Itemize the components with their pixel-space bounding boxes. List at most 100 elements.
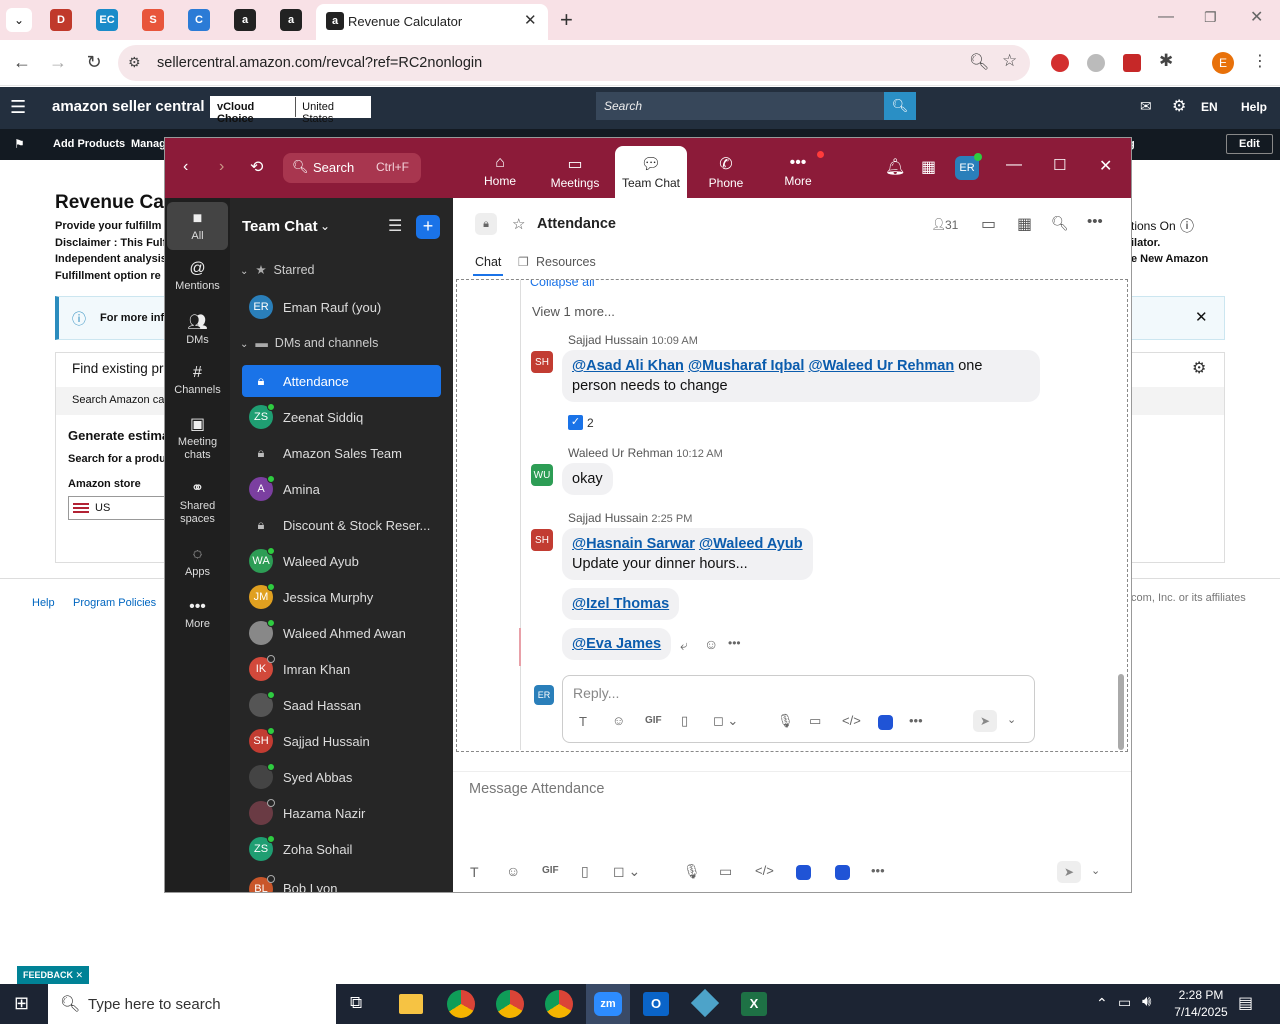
- add-reaction-icon[interactable]: ☺: [704, 636, 718, 652]
- app-icon[interactable]: [796, 865, 811, 880]
- sidebar-item-waleed-ahmed-awan[interactable]: Waleed Ahmed Awan: [242, 617, 442, 649]
- code-icon[interactable]: </>: [842, 713, 861, 728]
- sidebar-item-zoha-sohail[interactable]: ZS Zoha Sohail: [242, 833, 442, 865]
- channel-more-icon[interactable]: •••: [1087, 213, 1103, 230]
- restore-icon[interactable]: ❐: [1204, 9, 1217, 26]
- footer-help[interactable]: Help: [32, 597, 55, 609]
- mention-link[interactable]: @Waleed Ayub: [699, 536, 803, 552]
- tab-search-button[interactable]: ⌄: [6, 8, 32, 32]
- dms-header[interactable]: ⌄ ▬ DMs and channels: [240, 336, 378, 350]
- message-bubble[interactable]: okay: [562, 463, 613, 495]
- sidebar-item-jessica-murphy[interactable]: JM Jessica Murphy: [242, 581, 442, 613]
- composer-input[interactable]: Message Attendance: [469, 781, 604, 797]
- gif-icon[interactable]: GIF: [645, 715, 662, 726]
- gif-icon[interactable]: GIF: [542, 865, 559, 876]
- channel-calendar-icon[interactable]: ▦: [1017, 214, 1032, 234]
- send-button[interactable]: ➤: [1057, 861, 1081, 883]
- bell-icon[interactable]: 🔔︎: [885, 157, 905, 177]
- chevron-down-icon[interactable]: ⌄: [320, 219, 330, 233]
- tab-favicon-3[interactable]: S: [142, 9, 164, 31]
- chrome-icon-2[interactable]: [496, 990, 524, 1018]
- info-circle-icon[interactable]: ⓘ: [1180, 216, 1194, 236]
- volume-icon[interactable]: 🔊︎: [1142, 993, 1151, 1010]
- zoom-icon[interactable]: 🔍︎: [969, 52, 989, 72]
- thread-scrollbar[interactable]: [1118, 674, 1124, 750]
- starred-header[interactable]: ⌄ ★ Starred: [240, 262, 315, 277]
- hamburger-menu-icon[interactable]: ☰: [10, 97, 26, 118]
- channel-search-icon[interactable]: 🔍︎: [1051, 215, 1069, 232]
- screenshot-icon[interactable]: ◻ ⌄: [713, 713, 738, 729]
- windows-start-icon[interactable]: ⊞: [14, 993, 29, 1014]
- rail-more[interactable]: ••• More: [167, 598, 228, 630]
- send-button[interactable]: ➤: [973, 710, 997, 732]
- rail-meeting-chats[interactable]: ▣ Meeting chats: [167, 416, 228, 462]
- send-options-icon[interactable]: ⌄: [1091, 864, 1100, 877]
- footer-program-policies[interactable]: Program Policies: [73, 597, 156, 609]
- mention-link[interactable]: @Waleed Ur Rehman: [808, 358, 954, 374]
- tab-resources[interactable]: Resources: [536, 255, 596, 269]
- channel-name[interactable]: Attendance: [537, 216, 616, 232]
- reply-box[interactable]: Reply... T ☺ GIF ▯ ◻ ⌄ 🎙︎ ▭ </> ••• ➤ ⌄: [562, 675, 1035, 743]
- tab-phone[interactable]: ✆ Phone: [701, 146, 751, 198]
- format-text-icon[interactable]: T: [470, 864, 479, 880]
- sidebar-title[interactable]: Team Chat: [242, 218, 318, 235]
- file-explorer-icon[interactable]: [399, 994, 423, 1014]
- rail-shared-spaces[interactable]: ⚭ Shared spaces: [167, 480, 228, 526]
- mention-link[interactable]: @Eva James: [572, 636, 661, 652]
- zoom-search-box[interactable]: 🔍︎ Search Ctrl+F: [283, 153, 421, 183]
- chrome-icon-3[interactable]: [545, 990, 573, 1018]
- message-bubble[interactable]: @Eva James: [562, 628, 672, 660]
- sidebar-item-bob-lyon[interactable]: BL Bob Lyon: [242, 869, 442, 892]
- marketplace-badge[interactable]: vCloud Choice United States: [210, 96, 371, 125]
- excel-icon[interactable]: X: [741, 992, 767, 1016]
- omnibox[interactable]: ⚙ sellercentral.amazon.com/revcal?ref=RC…: [118, 45, 1030, 81]
- bookmark-star-icon[interactable]: ☆: [1002, 51, 1017, 71]
- feedback-button[interactable]: FEEDBACK ✕: [17, 966, 90, 984]
- rail-channels[interactable]: # Channels: [167, 364, 228, 396]
- sidebar-item-amina[interactable]: A Amina: [242, 473, 442, 505]
- screenshot-icon[interactable]: ◻ ⌄: [613, 863, 640, 880]
- notification-center-icon[interactable]: ▤: [1238, 993, 1253, 1013]
- nav-add-products[interactable]: Add Products: [53, 138, 125, 150]
- mic-icon[interactable]: 🎙︎: [683, 863, 701, 880]
- amazon-search-button[interactable]: 🔍︎: [884, 92, 916, 120]
- chrome-icon-1[interactable]: [447, 990, 475, 1018]
- sidebar-item-syed-abbas[interactable]: Syed Abbas: [242, 761, 442, 793]
- banner-close-icon[interactable]: ✕: [1195, 308, 1208, 326]
- sidebar-item-imran-khan[interactable]: IK Imran Khan: [242, 653, 442, 685]
- tab-more[interactable]: ••• More: [775, 146, 821, 198]
- history-clock-icon[interactable]: ⟲: [250, 157, 263, 177]
- extensions-puzzle-icon[interactable]: ✱: [1159, 51, 1173, 71]
- minimize-icon[interactable]: —: [1158, 8, 1174, 26]
- forward-icon[interactable]: →: [47, 52, 69, 73]
- url-text[interactable]: sellercentral.amazon.com/revcal?ref=RC2n…: [157, 55, 482, 71]
- amazon-search-input[interactable]: Search: [596, 92, 886, 120]
- profile-avatar[interactable]: E: [1212, 52, 1234, 74]
- extension-icon-2[interactable]: [1087, 54, 1105, 72]
- forward-arrow-icon[interactable]: ›: [219, 158, 224, 176]
- tab-favicon-1[interactable]: D: [50, 9, 72, 31]
- app-diamond-icon[interactable]: [690, 988, 720, 1018]
- mail-icon[interactable]: ✉: [1140, 98, 1152, 115]
- more-tools-icon[interactable]: •••: [871, 863, 885, 878]
- video-message-icon[interactable]: ▭: [719, 863, 732, 880]
- extension-icon-1[interactable]: [1051, 54, 1069, 72]
- message-bubble[interactable]: @Izel Thomas: [562, 588, 680, 620]
- sidebar-item-sajjad-hussain[interactable]: SH Sajjad Hussain: [242, 725, 442, 757]
- mention-link[interactable]: @Musharaf Iqbal: [688, 358, 804, 374]
- mention-link[interactable]: @Hasnain Sarwar: [572, 536, 695, 552]
- task-view-icon[interactable]: ⧉: [350, 993, 362, 1013]
- rail-apps[interactable]: ◌ Apps: [167, 546, 228, 578]
- back-arrow-icon[interactable]: ‹: [183, 158, 188, 176]
- video-message-icon[interactable]: ▭: [809, 713, 821, 729]
- amazon-logo[interactable]: amazon seller central: [52, 98, 205, 115]
- new-chat-button[interactable]: +: [416, 215, 440, 239]
- tray-chevron-icon[interactable]: ⌃: [1096, 995, 1108, 1012]
- mention-link[interactable]: @Asad Ali Khan: [572, 358, 684, 374]
- code-icon[interactable]: </>: [755, 863, 774, 878]
- emoji-icon[interactable]: ☺: [612, 713, 625, 728]
- message-bubble[interactable]: @Hasnain Sarwar @Waleed Ayub Update your …: [562, 528, 813, 580]
- extension-icon-3[interactable]: [1123, 54, 1141, 72]
- reload-icon[interactable]: ↻: [83, 52, 105, 73]
- mention-link[interactable]: @Izel Thomas: [572, 596, 669, 612]
